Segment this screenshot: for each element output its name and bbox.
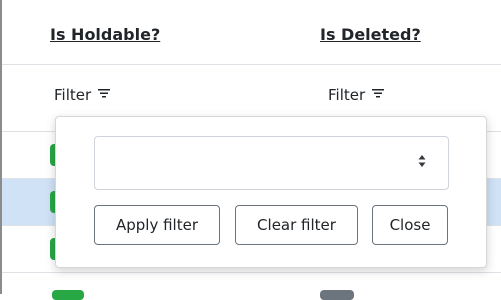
filter-popup: Apply filter Clear filter Close — [55, 116, 487, 268]
status-badge — [320, 290, 354, 300]
up-down-caret-icon — [418, 155, 426, 167]
filter-icon — [371, 89, 384, 98]
column-header-is-holdable[interactable]: Is Holdable? — [50, 25, 160, 44]
filter-toggle-is-deleted[interactable]: Filter — [328, 86, 384, 104]
table-row[interactable] — [2, 273, 501, 300]
close-button[interactable]: Close — [372, 205, 448, 245]
column-header-is-deleted[interactable]: Is Deleted? — [320, 25, 421, 44]
filter-toggle-is-holdable[interactable]: Filter — [54, 86, 110, 104]
apply-filter-button[interactable]: Apply filter — [94, 205, 220, 245]
filter-label: Filter — [328, 86, 366, 104]
filter-icon — [97, 89, 110, 98]
clear-filter-button[interactable]: Clear filter — [235, 205, 358, 245]
filter-label: Filter — [54, 86, 92, 104]
filter-value-select[interactable] — [94, 136, 449, 190]
table-header-row: Is Holdable? Is Deleted? — [2, 0, 501, 65]
status-badge — [52, 290, 84, 300]
